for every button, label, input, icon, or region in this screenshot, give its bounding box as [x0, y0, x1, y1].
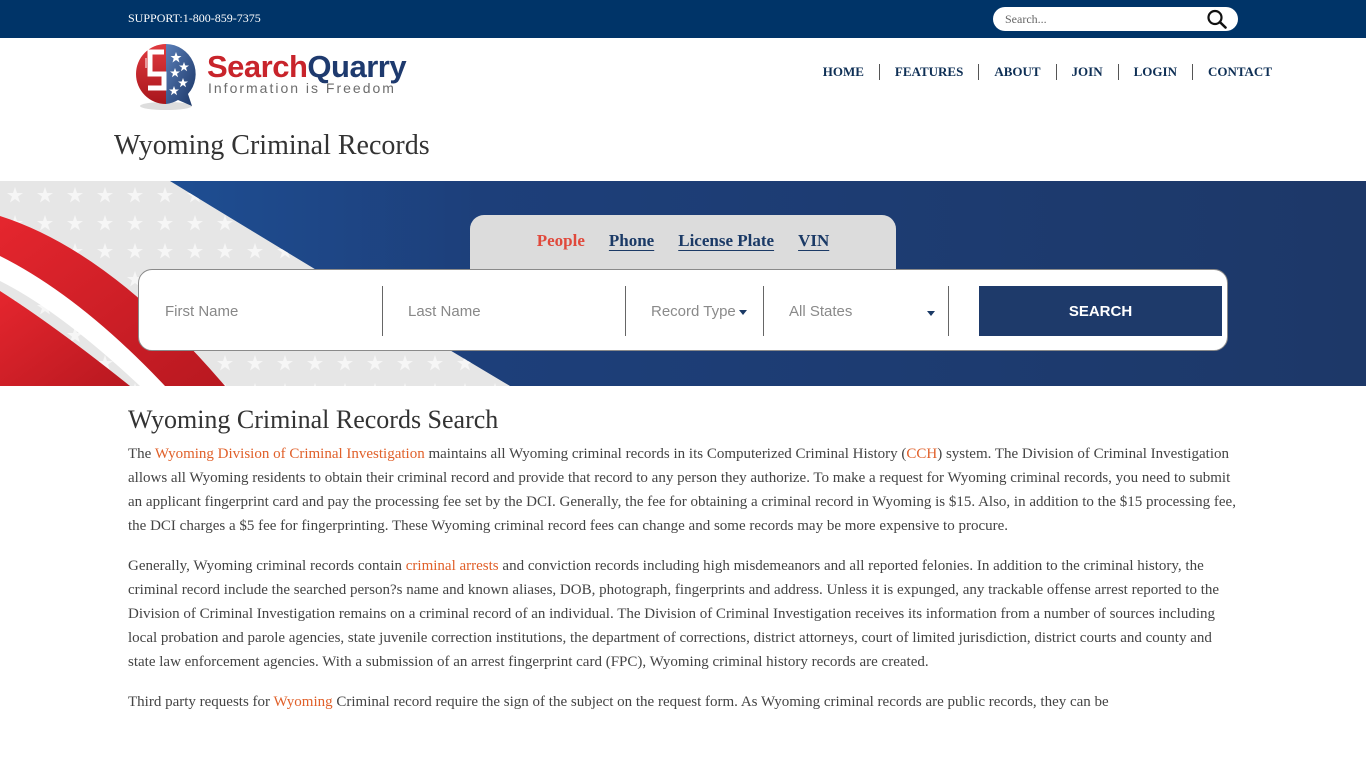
tab-vin[interactable]: VIN — [798, 231, 829, 253]
searchquarry-logo[interactable]: SearchQuarry Information is Freedom — [128, 40, 428, 112]
top-search-input[interactable] — [1005, 10, 1195, 28]
nav-features[interactable]: FEATURES — [878, 64, 978, 80]
section-heading: Wyoming Criminal Records Search — [128, 405, 499, 434]
nav-join[interactable]: JOIN — [1055, 64, 1118, 80]
last-name-input[interactable] — [408, 286, 623, 336]
tab-license-plate[interactable]: License Plate — [678, 231, 774, 253]
magnifier-icon[interactable] — [1206, 9, 1228, 29]
field-divider — [763, 286, 764, 336]
link-criminal-arrests[interactable]: criminal arrests — [406, 558, 499, 574]
record-type-select[interactable]: Record Type — [651, 286, 763, 336]
record-type-label: Record Type — [651, 302, 736, 320]
top-search-box — [993, 7, 1238, 31]
paragraph-2: Generally, Wyoming criminal records cont… — [128, 558, 1220, 670]
first-name-input[interactable] — [165, 286, 380, 336]
nav-login[interactable]: LOGIN — [1117, 64, 1192, 80]
support-phone: SUPPORT:1-800-859-7375 — [128, 11, 261, 25]
page-title: Wyoming Criminal Records — [114, 130, 430, 161]
state-select[interactable]: All States — [789, 286, 935, 336]
logo-tagline: Information is Freedom — [208, 80, 396, 96]
tab-people[interactable]: People — [537, 231, 585, 253]
field-divider — [382, 286, 383, 336]
tab-phone[interactable]: Phone — [609, 231, 654, 253]
state-label: All States — [789, 302, 853, 320]
paragraph-3: Third party requests for Wyoming Crimina… — [128, 694, 1109, 710]
article-content: Wyoming Criminal Records Search The Wyom… — [128, 404, 1240, 730]
nav-home[interactable]: HOME — [808, 64, 879, 80]
nav-about[interactable]: ABOUT — [978, 64, 1055, 80]
link-cch[interactable]: CCH — [906, 446, 937, 462]
main-nav: HOME FEATURES ABOUT JOIN LOGIN CONTACT — [808, 64, 1272, 80]
search-type-tabs: People Phone License Plate VIN — [470, 215, 896, 271]
link-wyoming[interactable]: Wyoming — [274, 694, 333, 710]
last-name-field-wrap — [408, 286, 623, 336]
nav-contact[interactable]: CONTACT — [1191, 64, 1272, 80]
search-button[interactable]: SEARCH — [979, 286, 1222, 336]
people-search-form: Record Type All States SEARCH — [138, 269, 1228, 351]
caret-down-icon — [738, 310, 747, 315]
paragraph-1: The Wyoming Division of Criminal Investi… — [128, 446, 1236, 534]
caret-down-icon — [927, 310, 935, 316]
first-name-field-wrap — [165, 286, 380, 336]
field-divider — [948, 286, 949, 336]
link-wyoming-dci[interactable]: Wyoming Division of Criminal Investigati… — [155, 446, 425, 462]
top-bar: SUPPORT:1-800-859-7375 — [0, 0, 1366, 38]
logo-emblem-icon — [136, 44, 196, 110]
field-divider — [625, 286, 626, 336]
